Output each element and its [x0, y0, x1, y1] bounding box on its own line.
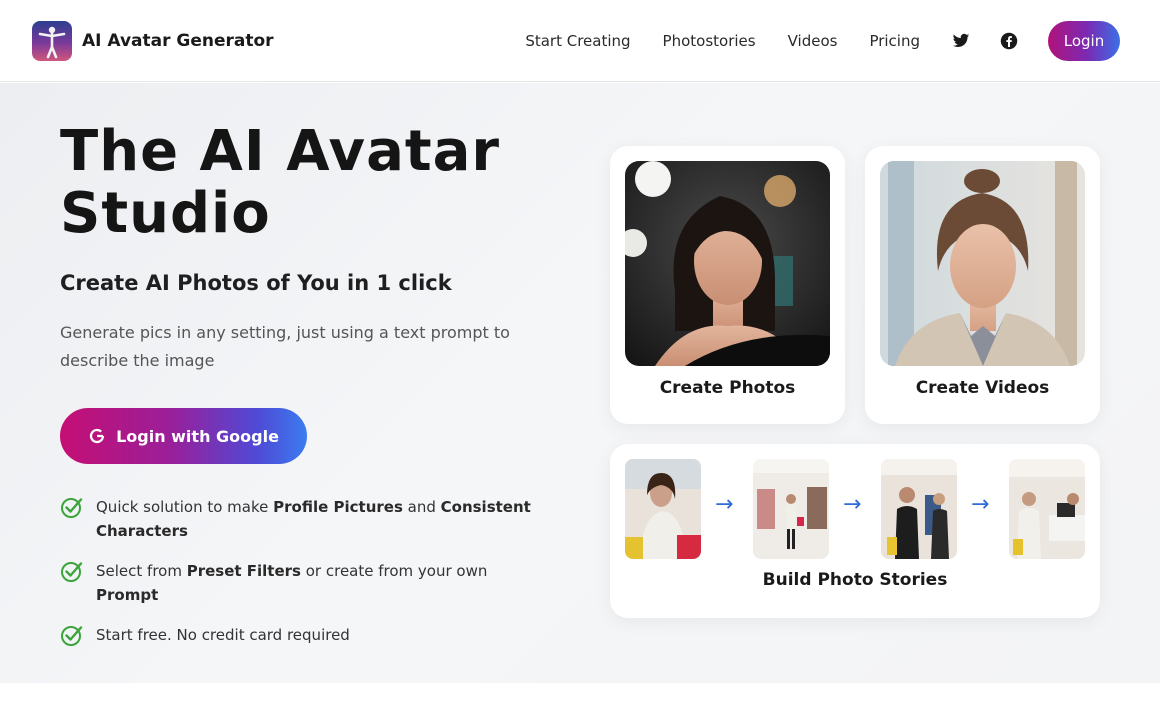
hero-subtitle: Create AI Photos of You in 1 click — [60, 271, 452, 295]
twitter-icon[interactable] — [952, 32, 970, 50]
story-image-4 — [1009, 459, 1085, 559]
app-logo-icon — [32, 21, 72, 61]
google-g-icon — [88, 427, 106, 445]
feature-text: Select from Preset Filters or create fro… — [96, 562, 488, 604]
create-photos-card[interactable]: Create Photos — [610, 146, 845, 424]
create-photos-label: Create Photos — [659, 378, 796, 398]
check-circle-icon — [60, 623, 84, 647]
story-arrow-1: → — [715, 492, 734, 517]
story-arrow-2: → — [843, 492, 862, 517]
login-button[interactable]: Login — [1048, 21, 1120, 61]
top-navbar: AI Avatar Generator Start Creating Photo… — [0, 0, 1160, 82]
feature-item: Select from Preset Filters or create fro… — [60, 559, 550, 607]
login-with-google-label: Login with Google — [116, 426, 279, 446]
brand-name: AI Avatar Generator — [82, 31, 274, 51]
nav-start-creating[interactable]: Start Creating — [525, 32, 630, 50]
story-image-3 — [881, 459, 957, 559]
hero-title: The AI Avatar Studio — [60, 119, 501, 246]
main-nav: Start Creating Photostories Videos Prici… — [525, 21, 1120, 61]
feature-item: Start free. No credit card required — [60, 623, 550, 647]
feature-text: Quick solution to make Profile Pictures … — [96, 498, 531, 540]
hero-description: Generate pics in any setting, just using… — [60, 323, 510, 370]
build-photo-stories-card[interactable]: → → → Build Photo Stories — [610, 444, 1100, 618]
feature-list: Quick solution to make Profile Pictures … — [60, 495, 550, 663]
create-videos-label: Create Videos — [915, 378, 1050, 398]
story-arrow-3: → — [971, 492, 990, 517]
check-circle-icon — [60, 559, 84, 583]
build-photo-stories-label: Build Photo Stories — [762, 570, 948, 590]
login-with-google-button[interactable]: Login with Google — [60, 408, 307, 464]
nav-videos[interactable]: Videos — [788, 32, 838, 50]
create-videos-image — [880, 161, 1085, 366]
feature-item: Quick solution to make Profile Pictures … — [60, 495, 550, 543]
brand[interactable]: AI Avatar Generator — [32, 21, 274, 61]
nav-pricing[interactable]: Pricing — [869, 32, 920, 50]
story-image-2 — [753, 459, 829, 559]
check-circle-icon — [60, 495, 84, 519]
create-videos-card[interactable]: Create Videos — [865, 146, 1100, 424]
nav-photostories[interactable]: Photostories — [663, 32, 756, 50]
hero-section: The AI Avatar Studio Create AI Photos of… — [0, 83, 1160, 683]
story-image-1 — [625, 459, 701, 559]
facebook-icon[interactable] — [1000, 32, 1018, 50]
feature-text: Start free. No credit card required — [96, 626, 350, 644]
page-footer-space — [0, 683, 1160, 720]
create-photos-image — [625, 161, 830, 366]
